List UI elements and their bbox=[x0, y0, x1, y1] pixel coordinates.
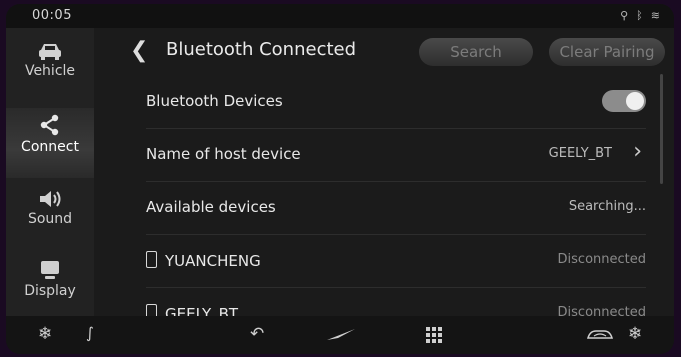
sidebar-item-label: Vehicle bbox=[24, 63, 76, 79]
bluetooth-icon: ᛒ bbox=[636, 9, 643, 22]
device-name: YUANCHENG bbox=[165, 252, 261, 270]
usb-icon: ⚲ bbox=[620, 9, 629, 22]
phone-icon bbox=[146, 251, 157, 268]
sidebar-item-sound[interactable]: Sound bbox=[6, 190, 94, 227]
available-devices-row: Available devices Searching... bbox=[146, 182, 646, 235]
fan-right-icon[interactable]: ❄ bbox=[628, 324, 642, 344]
back-chevron-icon[interactable]: ❮ bbox=[130, 38, 148, 63]
row-label: Available devices bbox=[146, 198, 276, 216]
sidebar-item-connect[interactable]: Connect bbox=[6, 108, 94, 178]
device-row[interactable]: YUANCHENG Disconnected bbox=[146, 235, 646, 288]
status-bar: 00:05 ⚲ ᛒ ≋ bbox=[6, 4, 674, 28]
brand-logo-icon[interactable] bbox=[326, 328, 356, 342]
sidebar-item-vehicle[interactable]: Vehicle bbox=[6, 42, 94, 79]
page-title: Bluetooth Connected bbox=[166, 39, 357, 60]
sidebar-item-label: Display bbox=[24, 283, 76, 299]
back-icon[interactable]: ↶ bbox=[250, 324, 264, 344]
wifi-icon: ≋ bbox=[650, 9, 660, 22]
chevron-right-icon: › bbox=[633, 139, 642, 164]
seat-heat-icon[interactable]: ∫ bbox=[86, 324, 94, 342]
search-button[interactable]: Search bbox=[419, 38, 533, 66]
bottom-control-bar: ❄ ∫ ↶ ❄ bbox=[6, 316, 674, 354]
head-unit-screen: 00:05 ⚲ ᛒ ≋ Vehicle Connect Sound Displa… bbox=[6, 4, 674, 354]
bluetooth-panel: ❮ Bluetooth Connected Search Clear Pairi… bbox=[94, 28, 674, 323]
monitor-icon bbox=[41, 261, 59, 279]
share-icon bbox=[40, 114, 59, 136]
panel-header: ❮ Bluetooth Connected Search Clear Pairi… bbox=[94, 28, 674, 74]
car-icon bbox=[39, 44, 61, 60]
sidebar-item-label: Sound bbox=[27, 211, 73, 227]
host-device-row[interactable]: Name of host device GEELY_BT › bbox=[146, 129, 646, 182]
row-label: Bluetooth Devices bbox=[146, 92, 283, 110]
toggle-knob bbox=[626, 92, 644, 110]
device-status: Disconnected bbox=[557, 252, 646, 267]
search-status: Searching... bbox=[568, 199, 646, 214]
bluetooth-devices-row[interactable]: Bluetooth Devices bbox=[146, 76, 646, 129]
status-icons: ⚲ ᛒ ≋ bbox=[620, 9, 660, 22]
speaker-icon bbox=[40, 191, 61, 207]
host-device-name: GEELY_BT bbox=[548, 146, 612, 161]
apps-grid-icon[interactable] bbox=[426, 327, 442, 343]
clear-pairing-button[interactable]: Clear Pairing bbox=[549, 38, 665, 66]
sidebar-item-display[interactable]: Display bbox=[6, 260, 94, 299]
fan-left-icon[interactable]: ❄ bbox=[38, 324, 52, 344]
air-recirculation-icon[interactable] bbox=[586, 328, 614, 342]
bluetooth-toggle[interactable] bbox=[602, 90, 646, 112]
clock: 00:05 bbox=[32, 8, 72, 23]
row-label: Name of host device bbox=[146, 145, 301, 163]
device-label: YUANCHENG bbox=[146, 251, 261, 270]
sidebar-item-label: Connect bbox=[21, 139, 79, 155]
sidebar: Vehicle Connect Sound Display bbox=[6, 28, 94, 316]
scrollbar[interactable] bbox=[660, 74, 663, 184]
